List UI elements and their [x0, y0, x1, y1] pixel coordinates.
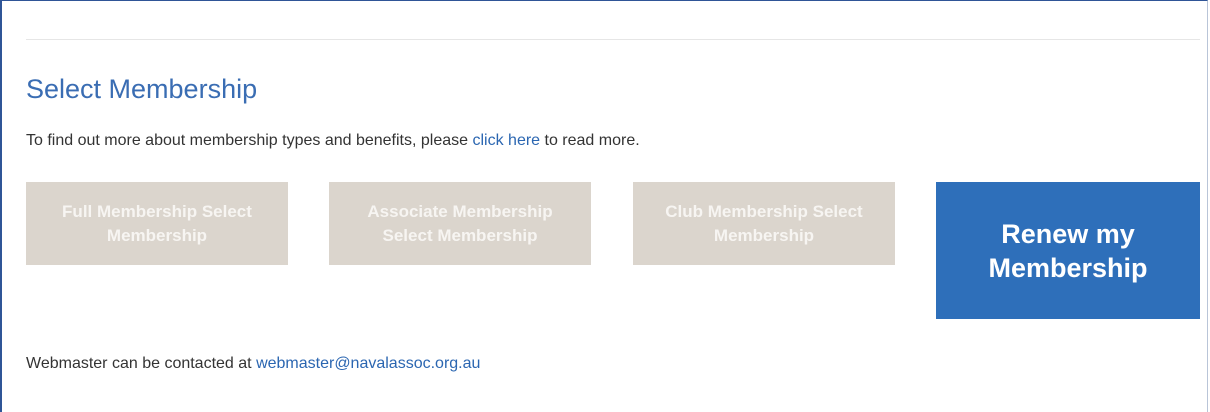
- click-here-link[interactable]: click here: [472, 132, 540, 149]
- club-membership-button[interactable]: Club Membership Select Membership: [633, 182, 895, 265]
- webmaster-email-link[interactable]: webmaster@navalassoc.org.au: [256, 355, 480, 372]
- membership-info-text: To find out more about membership types …: [26, 131, 640, 151]
- info-prefix: To find out more about membership types …: [26, 132, 473, 149]
- webmaster-contact-text: Webmaster can be contacted at webmaster@…: [26, 354, 480, 374]
- top-divider: [26, 39, 1200, 40]
- full-membership-button[interactable]: Full Membership Select Membership: [26, 182, 288, 265]
- info-suffix: to read more.: [540, 132, 640, 149]
- renew-membership-button[interactable]: Renew my Membership: [936, 182, 1200, 319]
- contact-prefix: Webmaster can be contacted at: [26, 355, 257, 372]
- content-frame: Select Membership To find out more about…: [0, 0, 1208, 412]
- page-title: Select Membership: [26, 74, 258, 104]
- associate-membership-button[interactable]: Associate Membership Select Membership: [329, 182, 591, 265]
